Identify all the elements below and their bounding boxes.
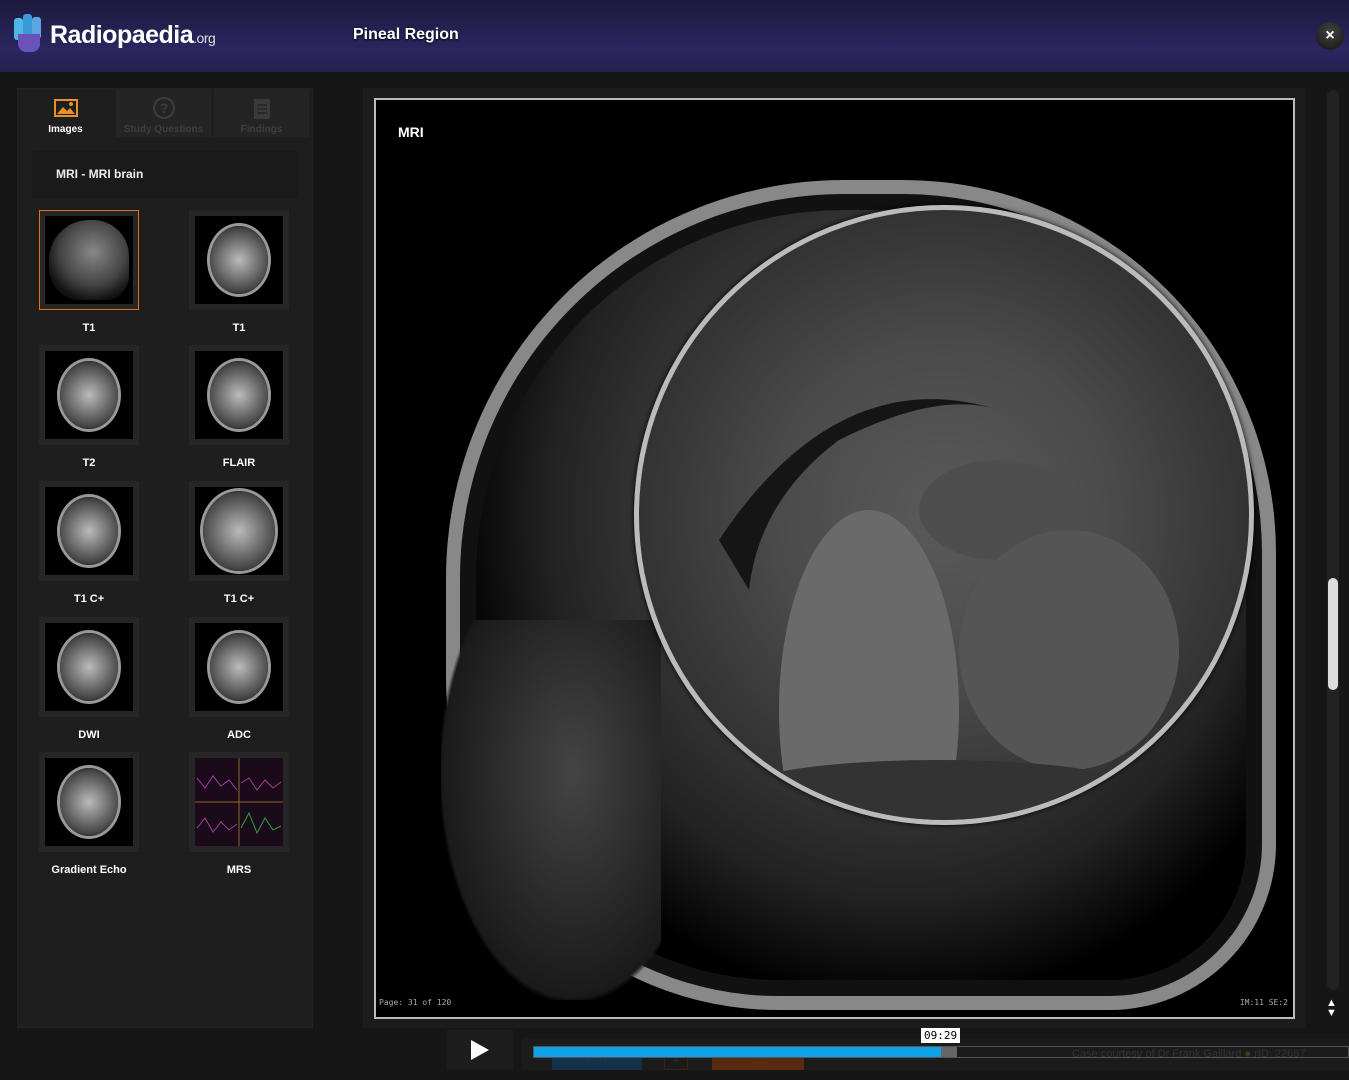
thumbnail-label: MRS xyxy=(226,864,252,876)
thumbnail-frame xyxy=(189,345,289,445)
page-title: Pineal Region xyxy=(353,26,459,43)
thumbnail-frame xyxy=(39,210,139,310)
thumbnail-adc[interactable]: ADC xyxy=(189,617,289,741)
progress-slider[interactable] xyxy=(533,1046,1349,1058)
question-icon: ? xyxy=(116,97,211,119)
thumbnail-image xyxy=(195,623,283,711)
tab-study-questions[interactable]: ? Study Questions xyxy=(116,89,211,137)
time-tooltip: 09:29 xyxy=(921,1028,961,1043)
image-scrollbar[interactable] xyxy=(1327,90,1339,990)
play-button[interactable] xyxy=(447,1030,513,1070)
thumbnail-label: T1 xyxy=(82,322,96,334)
close-icon: × xyxy=(1325,27,1335,44)
svg-text:?: ? xyxy=(159,100,168,116)
tab-label: Findings xyxy=(240,124,283,135)
thumbnail-t1[interactable]: T1 xyxy=(189,210,289,334)
thumbnail-flair[interactable]: FLAIR xyxy=(189,345,289,469)
thumbnail-image xyxy=(45,487,133,575)
close-button[interactable]: × xyxy=(1316,22,1344,50)
thumbnail-image xyxy=(45,351,133,439)
magnifier-lens[interactable] xyxy=(634,205,1254,825)
thumbnail-mrs[interactable]: MRS xyxy=(189,752,289,876)
brand-suffix: .org xyxy=(193,29,216,46)
tab-findings[interactable]: Findings xyxy=(214,89,309,137)
mri-face-image xyxy=(441,620,661,1000)
tab-images[interactable]: Images xyxy=(18,89,113,137)
page-indicator: Page: 31 of 120 xyxy=(379,998,452,1007)
image-scrollbar-thumb[interactable] xyxy=(1328,578,1338,690)
thumbnail-frame xyxy=(39,345,139,445)
thumbnail-image xyxy=(195,487,283,575)
tab-label: Study Questions xyxy=(123,124,204,135)
play-icon xyxy=(471,1040,489,1060)
tab-label: Images xyxy=(48,124,83,135)
image-series-info: IM:11 SE:2 xyxy=(1239,998,1288,1007)
header: Radiopaedia.org Pineal Region × xyxy=(0,0,1349,72)
thumbnail-frame xyxy=(39,752,139,852)
thumbnail-t1-c-[interactable]: T1 C+ xyxy=(39,481,139,605)
thumbnail-label: T1 C+ xyxy=(73,593,105,605)
thumbnail-image xyxy=(195,351,283,439)
thumbnail-gradient-echo[interactable]: Gradient Echo xyxy=(39,752,139,876)
thumbnail-dwi[interactable]: DWI xyxy=(39,617,139,741)
thumbnail-t1-c-[interactable]: T1 C+ xyxy=(189,481,289,605)
logo-icon xyxy=(12,14,46,56)
thumbnail-label: T1 C+ xyxy=(223,593,255,605)
brand-name: Radiopaedia xyxy=(50,20,194,49)
thumbnail-frame xyxy=(189,752,289,852)
modality-label: MRI xyxy=(398,124,424,140)
thumbnail-label: Gradient Echo xyxy=(51,864,127,876)
thumbnail-frame xyxy=(189,481,289,581)
thumbnail-image xyxy=(45,758,133,846)
tab-bar: Images ? Study Questions Findings xyxy=(18,89,312,139)
thumbnail-label: T2 xyxy=(82,457,96,469)
thumbnail-image xyxy=(45,623,133,711)
progress-fill xyxy=(534,1047,941,1057)
thumbnail-frame xyxy=(189,617,289,717)
image-viewport[interactable]: MRI Page: 31 of 120 IM:11 SE:2 xyxy=(374,98,1295,1019)
thumbnail-label: T1 xyxy=(232,322,246,334)
thumbnail-image xyxy=(195,758,283,846)
clipboard-icon xyxy=(214,97,309,119)
thumbnail-label: DWI xyxy=(78,729,100,741)
thumbnail-t1[interactable]: T1 xyxy=(39,210,139,334)
thumbnail-frame xyxy=(189,210,289,310)
radiopaedia-logo[interactable]: Radiopaedia.org xyxy=(12,14,216,56)
image-icon xyxy=(18,97,113,119)
thumbnail-frame xyxy=(39,617,139,717)
study-header: MRI - MRI brain xyxy=(32,151,298,199)
arrow-down-icon: ▼ xyxy=(1326,1007,1337,1019)
thumbnail-label: FLAIR xyxy=(222,457,256,469)
thumbnail-image xyxy=(195,216,283,304)
thumbnail-label: ADC xyxy=(227,729,251,741)
stack-scroll-arrows[interactable]: ▲ ▼ xyxy=(1326,998,1337,1019)
thumbnail-frame xyxy=(39,481,139,581)
thumbnail-t2[interactable]: T2 xyxy=(39,345,139,469)
thumbnail-image xyxy=(45,216,133,304)
